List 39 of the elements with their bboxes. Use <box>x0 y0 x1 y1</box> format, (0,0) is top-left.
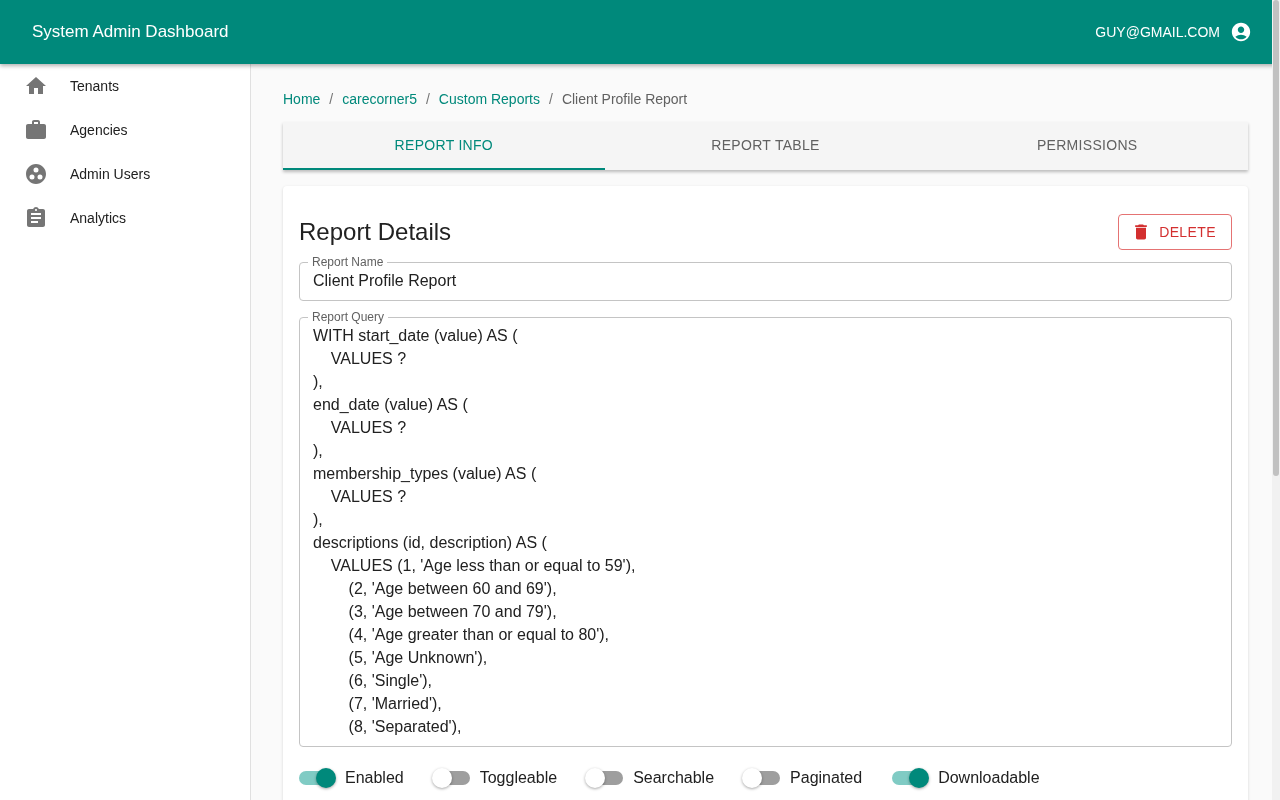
tab[interactable]: REPORT INFO <box>283 122 605 170</box>
toggle-switch[interactable] <box>892 771 929 785</box>
sidebar-label: Analytics <box>70 210 127 226</box>
breadcrumb-separator: / <box>549 91 553 107</box>
user-email: GUY@GMAIL.COM <box>1095 24 1220 40</box>
scrollbar[interactable] <box>1272 0 1280 800</box>
section-title: Report Details <box>299 218 452 246</box>
toggle-switch[interactable] <box>299 771 335 785</box>
sidebar-item[interactable]: Agencies <box>0 108 250 152</box>
toggle-label: Searchable <box>633 769 715 787</box>
toggle-switch[interactable] <box>587 771 624 785</box>
breadcrumb-separator: / <box>425 91 430 107</box>
group-icon <box>24 162 48 186</box>
sidebar-item[interactable]: Analytics <box>0 196 250 240</box>
breadcrumb-current: Client Profile Report <box>561 91 688 107</box>
breadcrumb-link[interactable]: Home <box>283 91 321 107</box>
tab[interactable]: PERMISSIONS <box>926 122 1248 170</box>
sidebar-item[interactable]: Tenants <box>0 64 250 108</box>
app-title: System Admin Dashboard <box>32 22 229 42</box>
toggle-label: Paginated <box>790 769 863 787</box>
sidebar-label: Admin Users <box>70 166 151 182</box>
sidebar-label: Agencies <box>70 122 128 138</box>
toggle-label: Toggleable <box>479 769 558 787</box>
field-label: Report Query <box>308 310 389 324</box>
toggle-switch[interactable] <box>744 771 781 785</box>
sidebar-label: Tenants <box>70 78 120 94</box>
toggle-label: Enabled <box>345 769 404 787</box>
toggle-switch[interactable] <box>433 771 470 785</box>
breadcrumb-link[interactable]: Custom Reports <box>438 91 540 107</box>
toggle-label: Downloadable <box>938 769 1040 787</box>
delete-button[interactable]: DELETE <box>1118 214 1232 250</box>
field-label: Report Name <box>308 255 388 269</box>
account-icon[interactable] <box>1230 21 1252 43</box>
sidebar-item[interactable]: Admin Users <box>0 152 250 196</box>
briefcase-icon <box>24 118 48 142</box>
breadcrumb-link[interactable]: carecorner5 <box>342 91 417 107</box>
clipboard-icon <box>24 206 48 230</box>
breadcrumb-separator: / <box>329 91 334 107</box>
tab[interactable]: REPORT TABLE <box>604 122 927 170</box>
